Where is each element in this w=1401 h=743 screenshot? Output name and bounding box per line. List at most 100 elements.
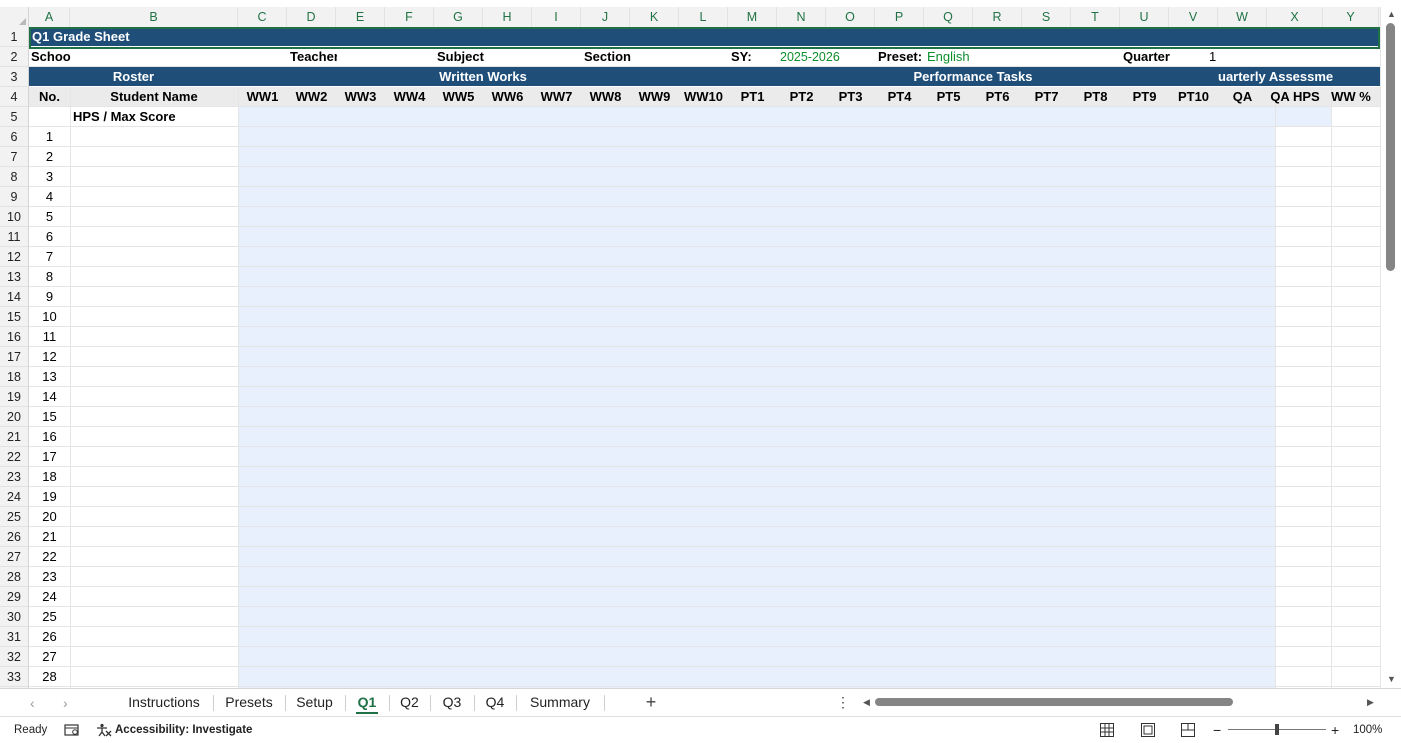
- student-number-cell[interactable]: 19: [29, 487, 70, 507]
- row-header-17[interactable]: 17: [0, 347, 28, 367]
- tab-q4[interactable]: Q4: [476, 689, 514, 717]
- student-number-cell[interactable]: 11: [29, 327, 70, 347]
- column-label-pt9[interactable]: PT9: [1120, 87, 1169, 107]
- corner-select-icon[interactable]: [0, 7, 29, 27]
- column-label-pt10[interactable]: PT10: [1169, 87, 1218, 107]
- student-number-cell[interactable]: 24: [29, 587, 70, 607]
- cell-mode-icon[interactable]: [64, 717, 80, 743]
- column-header-j[interactable]: J: [581, 7, 630, 27]
- column-header-c[interactable]: C: [238, 7, 287, 27]
- row-header-25[interactable]: 25: [0, 507, 28, 527]
- vertical-scrollbar[interactable]: ▲ ▼: [1380, 7, 1401, 688]
- row-header-23[interactable]: 23: [0, 467, 28, 487]
- column-label-ww[interactable]: WW %: [1323, 87, 1379, 107]
- scroll-left-icon[interactable]: ◀: [863, 697, 870, 708]
- column-header-m[interactable]: M: [728, 7, 777, 27]
- row-header-3[interactable]: 3: [0, 67, 28, 87]
- row-header-24[interactable]: 24: [0, 487, 28, 507]
- column-label-ww3[interactable]: WW3: [336, 87, 385, 107]
- row-header-5[interactable]: 5: [0, 107, 28, 127]
- column-header-k[interactable]: K: [630, 7, 679, 27]
- student-number-cell[interactable]: 28: [29, 667, 70, 687]
- group-written-works[interactable]: Written Works: [238, 67, 728, 87]
- column-header-q[interactable]: Q: [924, 7, 973, 27]
- column-label-ww2[interactable]: WW2: [287, 87, 336, 107]
- student-number-cell[interactable]: 20: [29, 507, 70, 527]
- page-break-icon[interactable]: [1181, 717, 1195, 743]
- hps-label[interactable]: HPS / Max Score: [73, 107, 238, 127]
- column-label-pt3[interactable]: PT3: [826, 87, 875, 107]
- normal-view-icon[interactable]: [1100, 717, 1114, 743]
- column-header-l[interactable]: L: [679, 7, 728, 27]
- column-header-v[interactable]: V: [1169, 7, 1218, 27]
- column-header-s[interactable]: S: [1022, 7, 1071, 27]
- student-number-cell[interactable]: 3: [29, 167, 70, 187]
- row-header-6[interactable]: 6: [0, 127, 28, 147]
- row-header-30[interactable]: 30: [0, 607, 28, 627]
- horizontal-scroll-thumb[interactable]: [875, 698, 1233, 706]
- row-header-27[interactable]: 27: [0, 547, 28, 567]
- column-header-a[interactable]: A: [29, 7, 70, 27]
- row-header-26[interactable]: 26: [0, 527, 28, 547]
- row-header-32[interactable]: 32: [0, 647, 28, 667]
- column-header-t[interactable]: T: [1071, 7, 1120, 27]
- column-label-pt7[interactable]: PT7: [1022, 87, 1071, 107]
- column-label-pt5[interactable]: PT5: [924, 87, 973, 107]
- add-sheet-icon[interactable]: +: [641, 689, 661, 717]
- column-header-g[interactable]: G: [434, 7, 483, 27]
- row-header-10[interactable]: 10: [0, 207, 28, 227]
- tab-q3[interactable]: Q3: [432, 689, 472, 717]
- student-number-cell[interactable]: 4: [29, 187, 70, 207]
- column-header-e[interactable]: E: [336, 7, 385, 27]
- row-header-19[interactable]: 19: [0, 387, 28, 407]
- column-header-i[interactable]: I: [532, 7, 581, 27]
- student-number-cell[interactable]: 14: [29, 387, 70, 407]
- tab-presets[interactable]: Presets: [215, 689, 283, 717]
- column-header-y[interactable]: Y: [1323, 7, 1379, 27]
- student-number-cell[interactable]: 13: [29, 367, 70, 387]
- student-number-cell[interactable]: 26: [29, 627, 70, 647]
- student-number-cell[interactable]: 2: [29, 147, 70, 167]
- tab-q1[interactable]: Q1: [347, 689, 387, 717]
- student-number-cell[interactable]: 6: [29, 227, 70, 247]
- column-header-x[interactable]: X: [1267, 7, 1323, 27]
- row-header-4[interactable]: 4: [0, 87, 28, 107]
- student-number-cell[interactable]: 1: [29, 127, 70, 147]
- student-number-cell[interactable]: 27: [29, 647, 70, 667]
- student-number-cell[interactable]: 7: [29, 247, 70, 267]
- column-label-ww6[interactable]: WW6: [483, 87, 532, 107]
- student-number-cell[interactable]: 17: [29, 447, 70, 467]
- row-header-29[interactable]: 29: [0, 587, 28, 607]
- student-number-cell[interactable]: 23: [29, 567, 70, 587]
- row-header-28[interactable]: 28: [0, 567, 28, 587]
- row-header-13[interactable]: 13: [0, 267, 28, 287]
- row-header-14[interactable]: 14: [0, 287, 28, 307]
- group-roster[interactable]: Roster: [29, 67, 238, 87]
- tab-next-icon[interactable]: ›: [63, 689, 68, 717]
- student-number-cell[interactable]: 21: [29, 527, 70, 547]
- quarter-value[interactable]: 1: [1209, 47, 1239, 67]
- tab-setup[interactable]: Setup: [287, 689, 342, 717]
- tab-q2[interactable]: Q2: [391, 689, 428, 717]
- student-number-cell[interactable]: 12: [29, 347, 70, 367]
- column-label-pt4[interactable]: PT4: [875, 87, 924, 107]
- page-layout-icon[interactable]: [1141, 717, 1155, 743]
- student-number-cell[interactable]: 22: [29, 547, 70, 567]
- row-header-33[interactable]: 33: [0, 667, 28, 687]
- horizontal-scrollbar[interactable]: ◀ ▶: [860, 696, 1380, 710]
- scroll-right-icon[interactable]: ▶: [1367, 697, 1374, 708]
- sy-value[interactable]: 2025-2026: [780, 47, 870, 67]
- scroll-up-icon[interactable]: ▲: [1387, 9, 1396, 19]
- row-header-16[interactable]: 16: [0, 327, 28, 347]
- column-header-p[interactable]: P: [875, 7, 924, 27]
- column-label-pt6[interactable]: PT6: [973, 87, 1022, 107]
- column-label-ww1[interactable]: WW1: [238, 87, 287, 107]
- teacher-label[interactable]: Teacher: [290, 47, 337, 67]
- row-header-22[interactable]: 22: [0, 447, 28, 467]
- more-options-icon[interactable]: ⋮: [836, 689, 850, 717]
- column-header-b[interactable]: B: [70, 7, 238, 27]
- row-header-31[interactable]: 31: [0, 627, 28, 647]
- subject-label[interactable]: Subject: [437, 47, 517, 67]
- column-label-ww9[interactable]: WW9: [630, 87, 679, 107]
- student-number-cell[interactable]: 16: [29, 427, 70, 447]
